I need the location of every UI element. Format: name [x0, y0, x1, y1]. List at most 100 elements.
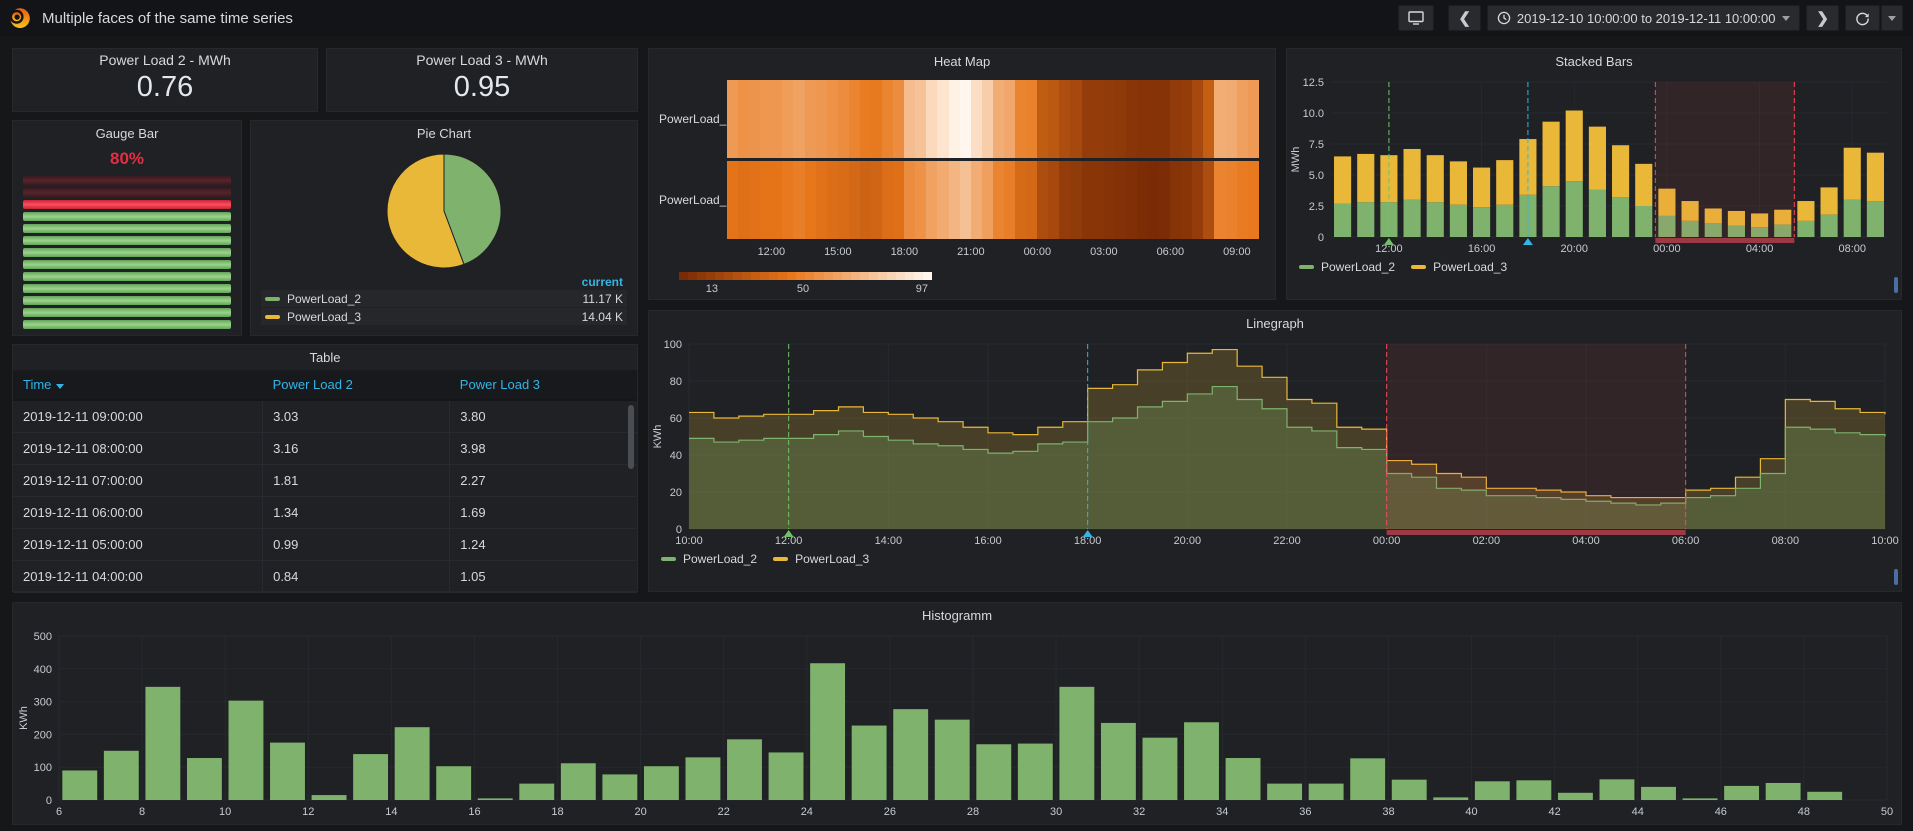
- heatmap-cell[interactable]: [926, 80, 937, 158]
- heatmap-cell[interactable]: [793, 161, 804, 239]
- panel-title[interactable]: Power Load 3 - MWh: [327, 49, 637, 69]
- heatmap-cell[interactable]: [860, 161, 871, 239]
- heatmap-cell[interactable]: [1026, 161, 1037, 239]
- panel-title[interactable]: Histogramm: [13, 603, 1901, 628]
- heatmap-cell[interactable]: [1181, 80, 1192, 158]
- histogram-bar[interactable]: [810, 663, 845, 800]
- bar-powerload3[interactable]: [1496, 160, 1513, 205]
- heatmap-cell[interactable]: [1148, 80, 1159, 158]
- heatmap-cell[interactable]: [871, 80, 882, 158]
- bar-powerload3[interactable]: [1450, 161, 1467, 204]
- heatmap-cell[interactable]: [860, 80, 871, 158]
- panel-title[interactable]: Linegraph: [649, 311, 1901, 336]
- histogram-bar[interactable]: [187, 758, 222, 800]
- refresh-interval-button[interactable]: [1881, 5, 1903, 31]
- heatmap-cell[interactable]: [1126, 80, 1137, 158]
- histogram-bar[interactable]: [436, 766, 471, 800]
- panel-title[interactable]: Pie Chart: [251, 121, 637, 146]
- heatmap-cell[interactable]: [915, 161, 926, 239]
- heatmap-cell[interactable]: [937, 80, 948, 158]
- heatmap-cell[interactable]: [1070, 80, 1081, 158]
- heatmap-cell[interactable]: [1137, 161, 1148, 239]
- heatmap-cell[interactable]: [838, 161, 849, 239]
- heatmap-cell[interactable]: [893, 161, 904, 239]
- tv-mode-button[interactable]: [1398, 5, 1434, 31]
- heatmap-cell[interactable]: [1203, 80, 1214, 158]
- bar-powerload3[interactable]: [1334, 156, 1351, 203]
- bar-powerload3[interactable]: [1612, 145, 1629, 197]
- bar-powerload2[interactable]: [1635, 206, 1652, 237]
- bar-powerload3[interactable]: [1357, 154, 1374, 202]
- stacked-bars-chart[interactable]: 02.55.07.510.012.512:0016:0020:0000:0004…: [1287, 74, 1901, 257]
- heatmap-cell[interactable]: [1214, 161, 1225, 239]
- histogram-bar[interactable]: [1309, 784, 1344, 800]
- histogram-bar[interactable]: [1018, 744, 1053, 800]
- heatmap-cell[interactable]: [738, 80, 749, 158]
- time-picker-button[interactable]: 2019-12-10 10:00:00 to 2019-12-11 10:00:…: [1487, 5, 1801, 31]
- histogram-bar[interactable]: [1059, 687, 1094, 800]
- refresh-button[interactable]: [1845, 5, 1880, 31]
- histogram-bar[interactable]: [935, 720, 970, 800]
- time-forward-button[interactable]: ❯: [1806, 5, 1839, 31]
- bar-powerload2[interactable]: [1589, 190, 1606, 237]
- heatmap-cell[interactable]: [816, 161, 827, 239]
- table-scrollbar[interactable]: [628, 405, 634, 469]
- bar-powerload3[interactable]: [1589, 127, 1606, 190]
- heatmap-cell[interactable]: [904, 80, 915, 158]
- heatmap-cell[interactable]: [1126, 161, 1137, 239]
- histogram-bar[interactable]: [104, 751, 139, 800]
- heatmap-cell[interactable]: [1048, 80, 1059, 158]
- panel-title[interactable]: Stacked Bars: [1287, 49, 1901, 74]
- heatmap-cell[interactable]: [849, 80, 860, 158]
- heatmap-cell[interactable]: [971, 80, 982, 158]
- bar-powerload2[interactable]: [1427, 202, 1444, 237]
- legend-scrollbar[interactable]: [1894, 569, 1898, 585]
- heatmap-cell[interactable]: [1159, 80, 1170, 158]
- panel-title[interactable]: Heat Map: [649, 49, 1275, 74]
- histogram-bar[interactable]: [1143, 738, 1178, 800]
- heatmap-cell[interactable]: [1226, 161, 1237, 239]
- histogram-bar[interactable]: [1516, 780, 1551, 800]
- heatmap-cell[interactable]: [771, 80, 782, 158]
- histogram-bar[interactable]: [1600, 779, 1635, 800]
- heatmap-cell[interactable]: [904, 161, 915, 239]
- histogram-bar[interactable]: [1683, 798, 1718, 800]
- dashboard-title[interactable]: Multiple faces of the same time series: [42, 10, 293, 27]
- bar-powerload3[interactable]: [1821, 187, 1838, 214]
- heatmap-cell[interactable]: [782, 80, 793, 158]
- heatmap-cell[interactable]: [949, 80, 960, 158]
- table-column-header[interactable]: Power Load 3: [450, 370, 637, 400]
- heatmap-cell[interactable]: [915, 80, 926, 158]
- bar-powerload2[interactable]: [1612, 197, 1629, 237]
- bar-powerload2[interactable]: [1566, 181, 1583, 237]
- heatmap-cell[interactable]: [1248, 80, 1259, 158]
- heatmap-cell[interactable]: [760, 161, 771, 239]
- grafana-logo[interactable]: [8, 6, 32, 30]
- heatmap-cell[interactable]: [1115, 161, 1126, 239]
- heatmap-cell[interactable]: [993, 161, 1004, 239]
- legend-item-PowerLoad_2[interactable]: PowerLoad_2: [1299, 260, 1395, 274]
- heatmap-cell[interactable]: [1214, 80, 1225, 158]
- legend-item-PowerLoad_3[interactable]: PowerLoad_3: [773, 552, 869, 566]
- bar-powerload3[interactable]: [1797, 201, 1814, 221]
- bar-powerload2[interactable]: [1450, 205, 1467, 237]
- legend-item-PowerLoad_2[interactable]: PowerLoad_2: [661, 552, 757, 566]
- histogram-bar[interactable]: [1807, 792, 1842, 800]
- heatmap-cell[interactable]: [937, 161, 948, 239]
- histogram-bar[interactable]: [1558, 793, 1593, 800]
- heatmap-cell[interactable]: [1137, 80, 1148, 158]
- heatmap-cell[interactable]: [993, 80, 1004, 158]
- heatmap-cell[interactable]: [960, 161, 971, 239]
- histogram-bar[interactable]: [1101, 723, 1136, 800]
- heatmap-cell[interactable]: [727, 161, 738, 239]
- heatmap-cell[interactable]: [727, 80, 738, 158]
- heatmap-cell[interactable]: [1082, 161, 1093, 239]
- heatmap-cell[interactable]: [1015, 80, 1026, 158]
- heatmap-cell[interactable]: [1170, 161, 1181, 239]
- heatmap-cell[interactable]: [1115, 80, 1126, 158]
- histogram-bar[interactable]: [270, 743, 305, 800]
- bar-powerload3[interactable]: [1566, 111, 1583, 182]
- heatmap-cell[interactable]: [1170, 80, 1181, 158]
- heatmap-cell[interactable]: [827, 161, 838, 239]
- heatmap-cell[interactable]: [827, 80, 838, 158]
